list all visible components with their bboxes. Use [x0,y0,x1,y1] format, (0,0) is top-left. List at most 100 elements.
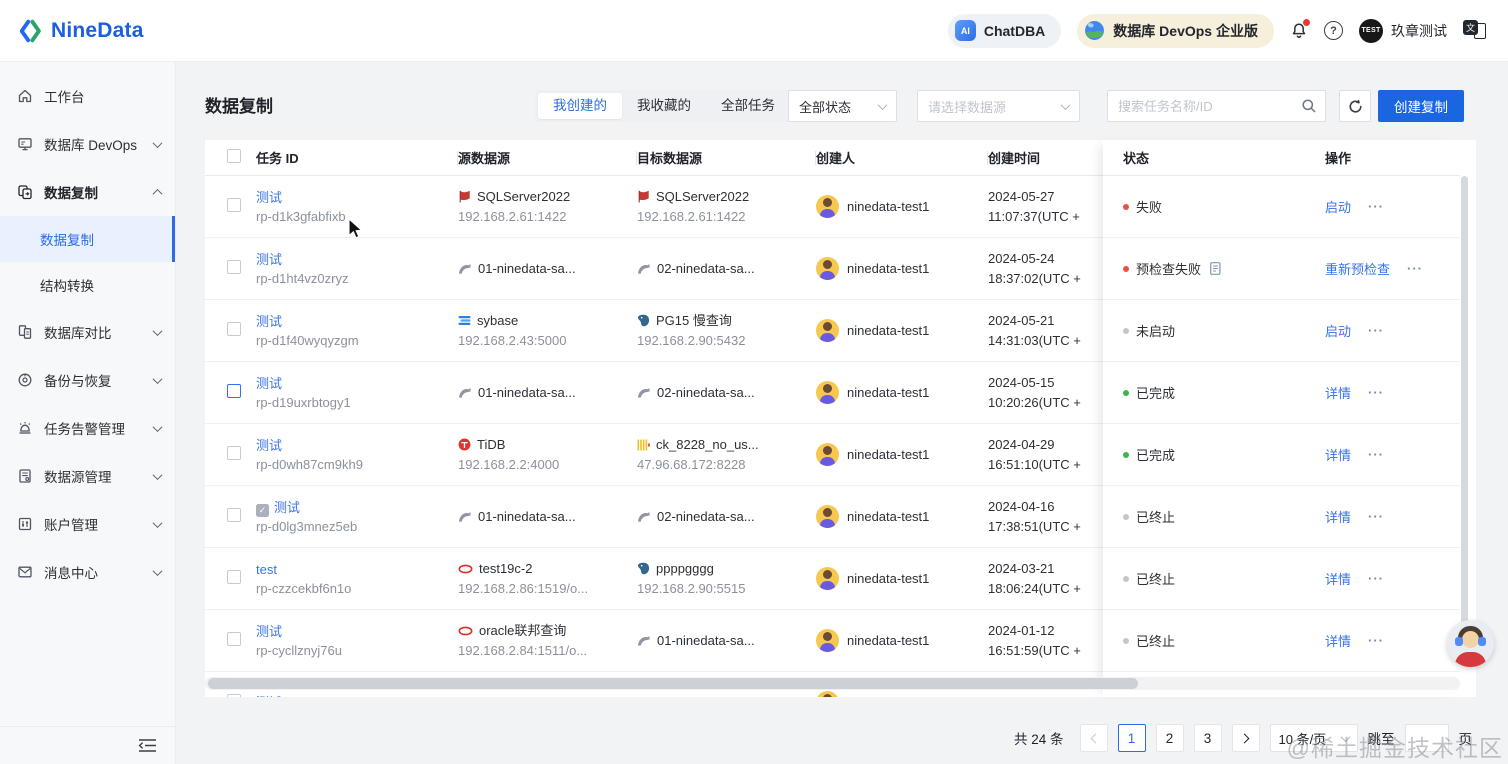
ninedata-logo[interactable]: NineData [18,18,144,44]
tab-my-favorites[interactable]: 我收藏的 [622,93,706,119]
task-name-link[interactable]: 测试 [256,314,282,329]
next-page-button[interactable] [1231,724,1260,752]
page-button-1[interactable]: 1 [1117,724,1146,752]
datasource-name: 01-ninedata-sa... [478,384,576,400]
sidebar-item-database-compare[interactable]: 数据库对比 [0,308,175,356]
task-id: rp-d1ht4vz0zryz [256,270,349,286]
more-actions-button[interactable]: ··· [1368,199,1384,214]
row-checkbox[interactable] [227,384,241,398]
tab-my-created[interactable]: 我创建的 [538,93,622,119]
datasource-name: 02-ninedata-sa... [657,260,755,276]
datasource-filter-select[interactable]: 请选择数据源 [917,90,1080,122]
creator-name: ninedata-test1 [847,447,930,462]
task-name-link[interactable]: 测试 [274,500,300,515]
row-checkbox[interactable] [227,322,241,336]
notification-bell-icon[interactable] [1290,18,1310,40]
action-link[interactable]: 详情 [1325,383,1351,402]
prev-page-button[interactable] [1079,724,1108,752]
action-link[interactable]: 重新预检查 [1325,259,1390,278]
created-date: 2024-04-29 [988,436,1055,452]
datasource-address: 47.96.68.172:8228 [637,456,746,472]
created-time: 14:31:03(UTC + [988,332,1081,348]
action-link[interactable]: 启动 [1325,197,1351,216]
more-actions-button[interactable]: ··· [1368,571,1384,586]
chevron-down-icon [877,99,888,110]
sidebar-item-database-devops[interactable]: 数据库 DevOps [0,120,175,168]
translate-icon[interactable]: 文 [1463,20,1486,41]
datasource-cell: sybase 192.168.2.43:5000 [458,311,637,351]
table-row-fixed: 预检查失败 重新预检查 ··· [1103,238,1460,300]
backup-icon [16,372,33,388]
creator-name: ninedata-test1 [847,385,930,400]
task-id: rp-d0lg3mnez5eb [256,518,358,534]
page-button-3[interactable]: 3 [1193,724,1222,752]
create-replication-button[interactable]: 创建复制 [1378,90,1464,122]
action-link[interactable]: 详情 [1325,631,1351,650]
jump-to-page-input[interactable] [1404,724,1449,752]
sidebar-collapse-button[interactable] [138,738,157,753]
task-name-link[interactable]: 测试 [256,252,282,267]
more-actions-button[interactable]: ··· [1368,323,1384,338]
row-checkbox[interactable] [227,570,241,584]
datasource-address: 192.168.2.61:1422 [637,208,746,224]
precheck-log-icon[interactable] [1210,262,1221,275]
sidebar-item-account-mgmt[interactable]: 账户管理 [0,500,175,548]
org-badge[interactable]: 数据库 DevOps 企业版 [1077,13,1274,48]
created-date: 2024-03-21 [988,560,1055,576]
more-actions-button[interactable]: ··· [1368,447,1384,462]
table-row-fixed: 已终止 详情 ··· [1103,548,1460,610]
action-link[interactable]: 启动 [1325,321,1351,340]
search-input[interactable] [1118,98,1301,114]
creator-name: ninedata-test1 [847,261,930,276]
row-checkbox[interactable] [227,694,241,697]
row-checkbox[interactable] [227,632,241,646]
row-checkbox[interactable] [227,260,241,274]
main-content: 数据复制 我创建的 我收藏的 全部任务 全部状态 请选择数据源 搜索任务名称/I… [176,62,1508,764]
action-link[interactable]: 详情 [1325,569,1351,588]
page-button-2[interactable]: 2 [1155,724,1184,752]
status-filter-select[interactable]: 全部状态 [788,90,897,122]
datasource-icon [16,468,33,484]
search-icon[interactable] [1301,98,1317,114]
page-size-select[interactable]: 10 条/页 [1269,724,1358,752]
sidebar-item-data-replication[interactable]: 数据复制 [0,168,175,216]
customer-service-button[interactable] [1447,620,1494,667]
select-all-checkbox[interactable] [227,149,241,163]
datasource-cell: TiDB 192.168.2.2:4000 [458,435,637,475]
sidebar-subitem-data-replication[interactable]: 数据复制 [0,216,175,262]
tab-all-tasks[interactable]: 全部任务 [706,93,790,119]
more-actions-button[interactable]: ··· [1368,385,1384,400]
refresh-button[interactable] [1339,90,1371,122]
horizontal-scrollbar[interactable] [208,678,1138,689]
help-icon[interactable]: ? [1324,21,1343,40]
task-name-link[interactable]: 测试 [256,624,282,639]
task-name-link[interactable]: test [256,562,277,577]
more-actions-button[interactable]: ··· [1368,509,1384,524]
sidebar-item-workbench[interactable]: 工作台 [0,72,175,120]
creator-avatar [816,257,839,280]
task-name-link[interactable]: 测试 [256,376,282,391]
more-actions-button[interactable]: ··· [1368,633,1384,648]
sidebar-subitem-structure-convert[interactable]: 结构转换 [0,262,175,308]
action-link[interactable]: 详情 [1325,507,1351,526]
action-link[interactable]: 详情 [1325,445,1351,464]
datasource-cell: 01-ninedata-sa... [458,383,637,403]
sidebar-item-message-center[interactable]: 消息中心 [0,548,175,596]
row-checkbox[interactable] [227,508,241,522]
chatdba-button[interactable]: AI ChatDBA [947,13,1062,48]
user-menu[interactable]: TEST 玖章测试 [1359,18,1447,43]
row-checkbox[interactable] [227,198,241,212]
sidebar-item-datasource-mgmt[interactable]: 数据源管理 [0,452,175,500]
vertical-scrollbar[interactable] [1461,176,1468,660]
sidebar-item-backup-restore[interactable]: 备份与恢复 [0,356,175,404]
task-name-link[interactable]: 测试 [256,190,282,205]
task-name-link[interactable]: 测试 [256,695,282,697]
task-name-link[interactable]: 测试 [256,438,282,453]
more-actions-button[interactable]: ··· [1407,261,1423,276]
sidebar-item-task-alert[interactable]: 任务告警管理 [0,404,175,452]
sidebar-footer [0,726,175,764]
column-header-creator: 创建人 [816,148,988,167]
task-scope-tabs: 我创建的 我收藏的 全部任务 [535,90,793,122]
row-checkbox[interactable] [227,446,241,460]
datasource-cell: 02-ninedata-sa... [637,383,816,403]
